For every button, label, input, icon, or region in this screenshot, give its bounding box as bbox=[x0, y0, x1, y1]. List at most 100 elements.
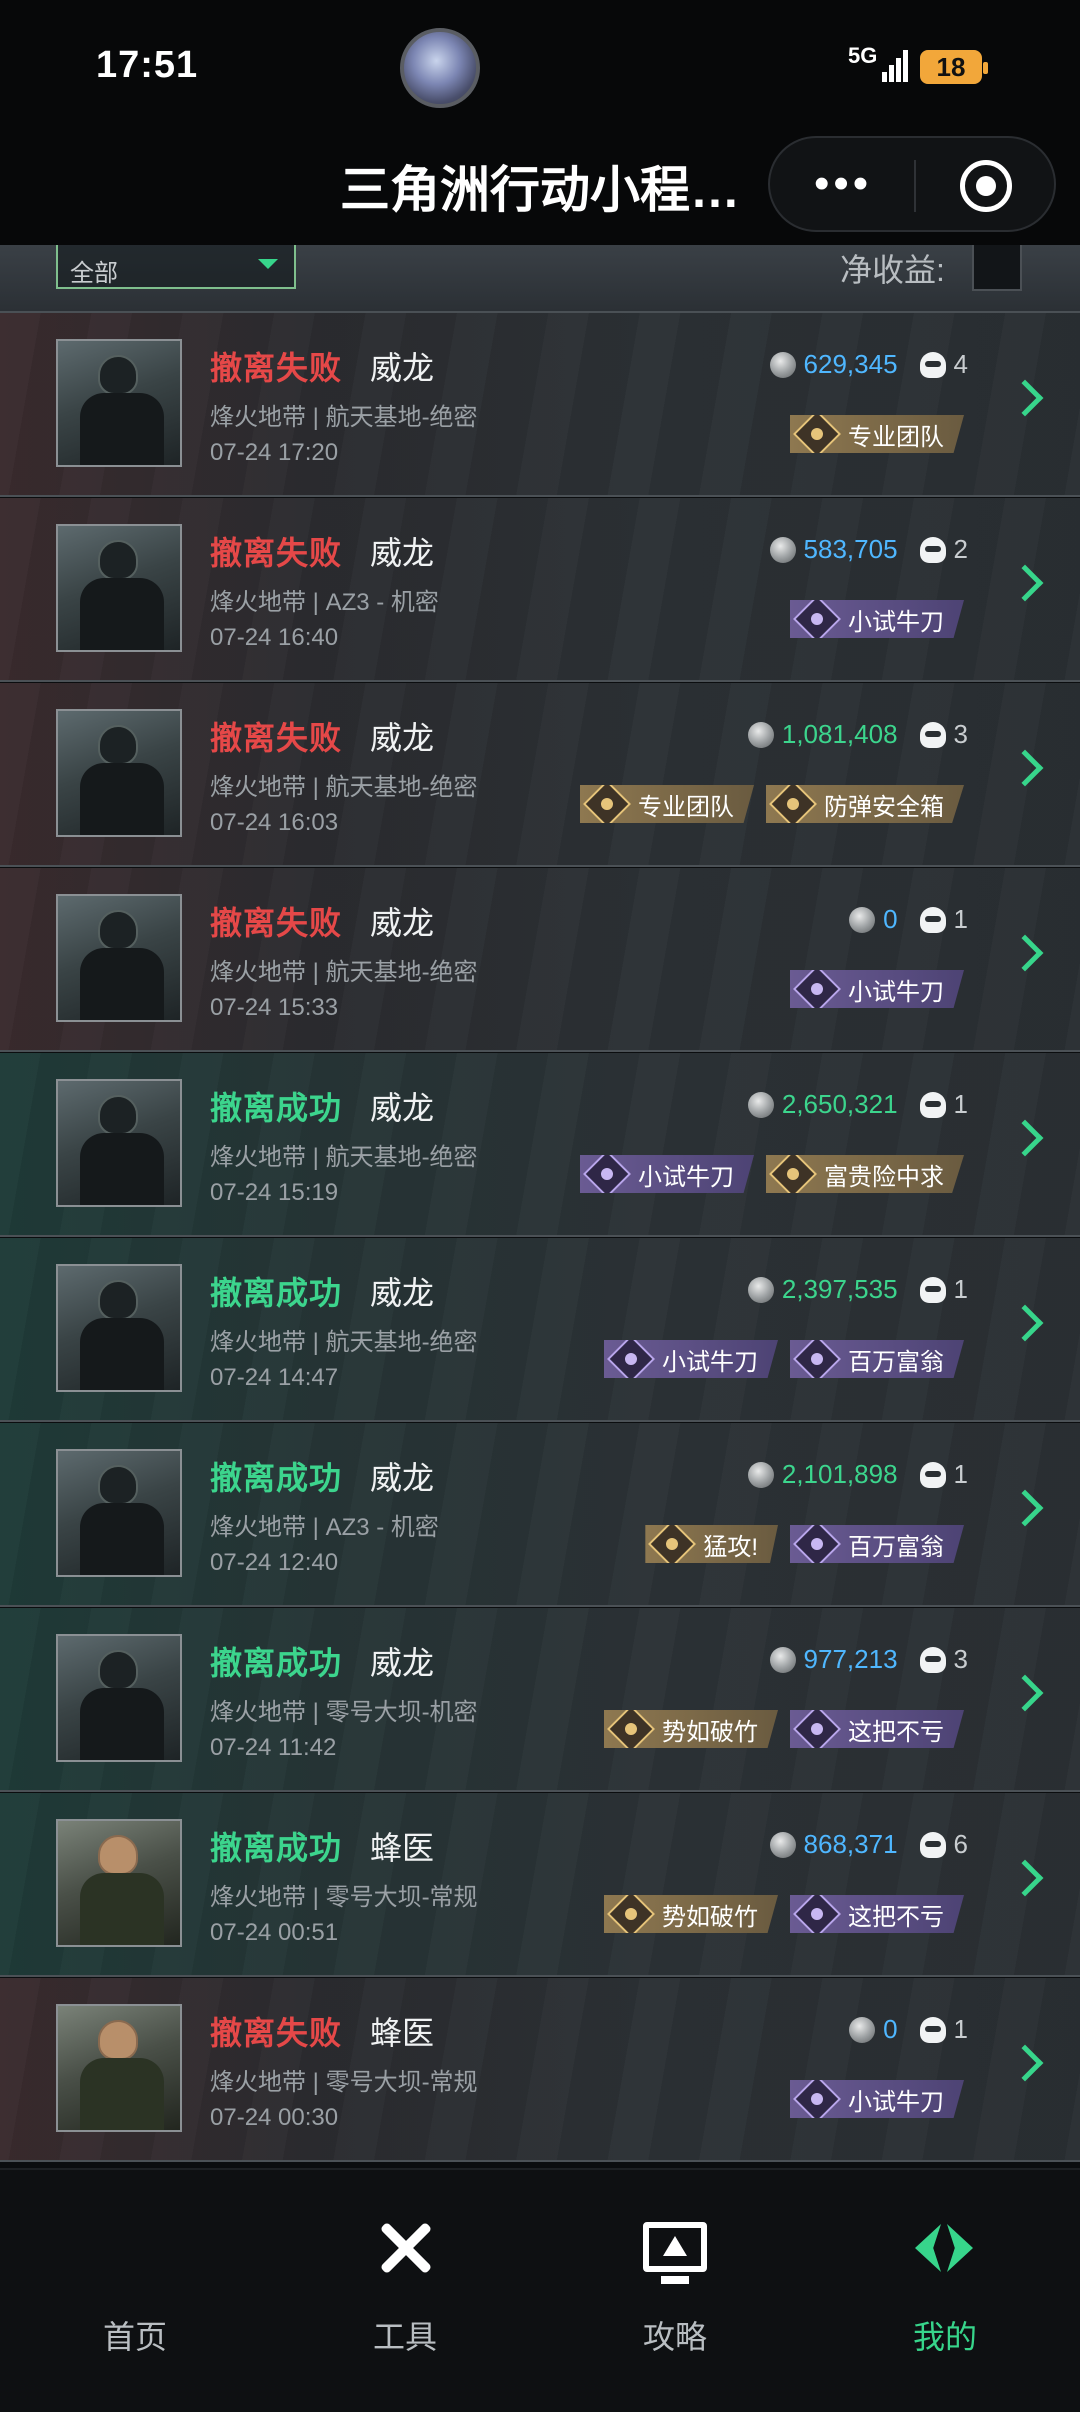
skull-icon bbox=[919, 351, 946, 378]
badge-medal-icon bbox=[582, 1155, 632, 1193]
nav-mine[interactable]: 我的 bbox=[810, 2170, 1080, 2412]
match-row[interactable]: 撤离成功 威龙 烽火地带 | 零号大坝-机密 07-24 11:42 977,213 3 势… bbox=[0, 1608, 1080, 1792]
achievement-badge: 专业团队 bbox=[580, 785, 754, 823]
match-row[interactable]: 撤离失败 威龙 烽火地带 | 航天基地-绝密 07-24 15:33 0 1 小试牛刀 bbox=[0, 868, 1080, 1052]
nav-tools[interactable]: 工具 bbox=[270, 2170, 540, 2412]
value-summary: 629,345 4 bbox=[769, 349, 968, 380]
operator-name: 威龙 bbox=[370, 905, 435, 941]
avatar-body bbox=[80, 1133, 164, 1205]
coin-icon bbox=[769, 536, 796, 563]
extraction-status: 撤离成功 bbox=[210, 1460, 343, 1496]
achievement-badge: 百万富翁 bbox=[790, 1340, 964, 1378]
avatar-head bbox=[98, 1835, 138, 1875]
avatar-body bbox=[80, 1873, 164, 1945]
value-amount: 2,650,321 bbox=[781, 1089, 898, 1119]
operator-name: 蜂医 bbox=[370, 2015, 435, 2051]
nav-home[interactable]: 首页 bbox=[0, 2170, 270, 2412]
map-info: 烽火地带 | 航天基地-绝密 bbox=[210, 959, 478, 986]
badge-medal-icon bbox=[792, 970, 842, 1008]
kill-count: 6 bbox=[953, 1829, 968, 1859]
extraction-status: 撤离成功 bbox=[210, 1645, 343, 1681]
badge-medal-icon bbox=[792, 2080, 842, 2118]
badge-label: 势如破竹 bbox=[662, 1718, 758, 1746]
match-datetime: 07-24 00:30 bbox=[210, 2104, 339, 2131]
extraction-status: 撤离成功 bbox=[210, 1275, 343, 1311]
kill-count: 3 bbox=[953, 719, 968, 749]
chevron-right-icon[interactable] bbox=[1006, 2044, 1044, 2082]
more-icon[interactable]: ••• bbox=[814, 162, 872, 206]
achievement-badge: 势如破竹 bbox=[604, 1895, 778, 1933]
avatar-head bbox=[98, 355, 138, 395]
skull-icon bbox=[919, 1831, 946, 1858]
mode-filter-dropdown[interactable]: 全部 bbox=[56, 245, 296, 289]
operator-avatar bbox=[56, 2004, 182, 2132]
badge-medal-icon bbox=[768, 1155, 818, 1193]
map-info: 烽火地带 | 航天基地-绝密 bbox=[210, 774, 478, 801]
match-row[interactable]: 撤离失败 威龙 烽火地带 | 航天基地-绝密 07-24 17:20 629,345 4 专… bbox=[0, 313, 1080, 497]
achievement-badge: 这把不亏 bbox=[790, 1895, 964, 1933]
coin-icon bbox=[849, 906, 876, 933]
nav-label: 我的 bbox=[912, 2319, 977, 2355]
extraction-status: 撤离失败 bbox=[210, 2015, 343, 2051]
operator-avatar bbox=[56, 1264, 182, 1392]
clock: 17:51 bbox=[96, 44, 199, 86]
page-title: 三角洲行动小程… bbox=[340, 162, 740, 218]
match-row[interactable]: 撤离失败 蜂医 烽火地带 | 零号大坝-常规 07-24 00:30 0 1 小试牛刀 bbox=[0, 1978, 1080, 2162]
achievement-badge: 小试牛刀 bbox=[790, 2080, 964, 2118]
chevron-right-icon[interactable] bbox=[1006, 1119, 1044, 1157]
avatar-head bbox=[98, 1095, 138, 1135]
match-datetime: 07-24 14:47 bbox=[210, 1364, 339, 1391]
achievement-badge: 小试牛刀 bbox=[790, 600, 964, 638]
match-row[interactable]: 撤离成功 威龙 烽火地带 | 航天基地-绝密 07-24 15:19 2,650,321… bbox=[0, 1053, 1080, 1237]
capsule-divider bbox=[914, 160, 916, 212]
extraction-status: 撤离失败 bbox=[210, 535, 343, 571]
operator-name: 威龙 bbox=[370, 1090, 435, 1126]
coin-icon bbox=[747, 721, 774, 748]
close-target-icon[interactable] bbox=[960, 160, 1012, 212]
badge-medal-icon bbox=[792, 1710, 842, 1748]
match-row[interactable]: 撤离成功 威龙 烽火地带 | AZ3 - 机密 07-24 12:40 2,101,89… bbox=[0, 1423, 1080, 1607]
chevron-right-icon[interactable] bbox=[1006, 1489, 1044, 1527]
nav-guide[interactable]: 攻略 bbox=[540, 2170, 810, 2412]
net-income-checkbox[interactable] bbox=[972, 245, 1022, 291]
operator-avatar bbox=[56, 709, 182, 837]
match-datetime: 07-24 11:42 bbox=[210, 1734, 337, 1761]
badge-medal-icon bbox=[606, 1895, 656, 1933]
avatar-body bbox=[80, 2058, 164, 2130]
chevron-right-icon[interactable] bbox=[1006, 934, 1044, 972]
avatar-head bbox=[98, 1650, 138, 1690]
chevron-right-icon[interactable] bbox=[1006, 1304, 1044, 1342]
kill-count: 1 bbox=[953, 1274, 968, 1304]
value-summary: 868,371 6 bbox=[769, 1829, 968, 1860]
badge-label: 百万富翁 bbox=[848, 1348, 944, 1376]
skull-icon bbox=[919, 536, 946, 563]
chevron-right-icon[interactable] bbox=[1006, 1859, 1044, 1897]
skull-icon bbox=[919, 721, 946, 748]
map-info: 烽火地带 | 零号大坝-常规 bbox=[210, 1884, 478, 1911]
badge-medal-icon bbox=[648, 1525, 697, 1563]
map-info: 烽火地带 | AZ3 - 机密 bbox=[210, 1514, 439, 1541]
badge-group: 猛攻! 百万富翁 bbox=[645, 1525, 964, 1563]
map-info: 烽火地带 | 零号大坝-常规 bbox=[210, 2069, 478, 2096]
title-bar: 三角洲行动小程… ••• bbox=[0, 130, 1080, 245]
value-summary: 2,101,898 1 bbox=[747, 1459, 968, 1490]
achievement-badge: 百万富翁 bbox=[790, 1525, 964, 1563]
coin-icon bbox=[747, 1276, 774, 1303]
skull-icon bbox=[919, 1461, 946, 1488]
match-row[interactable]: 撤离失败 威龙 烽火地带 | AZ3 - 机密 07-24 16:40 583,705 2… bbox=[0, 498, 1080, 682]
chevron-right-icon[interactable] bbox=[1006, 749, 1044, 787]
match-datetime: 07-24 00:51 bbox=[210, 1919, 339, 1946]
match-row[interactable]: 撤离失败 威龙 烽火地带 | 航天基地-绝密 07-24 16:03 1,081,408… bbox=[0, 683, 1080, 867]
badge-medal-icon bbox=[792, 1340, 842, 1378]
match-row[interactable]: 撤离成功 蜂医 烽火地带 | 零号大坝-常规 07-24 00:51 868,371 6 势… bbox=[0, 1793, 1080, 1977]
chevron-right-icon[interactable] bbox=[1006, 564, 1044, 602]
extraction-status: 撤离失败 bbox=[210, 720, 343, 756]
avatar-head bbox=[98, 2020, 138, 2060]
chevron-right-icon[interactable] bbox=[1006, 379, 1044, 417]
kill-count: 1 bbox=[953, 1459, 968, 1489]
badge-label: 富贵险中求 bbox=[824, 1163, 944, 1191]
chevron-right-icon[interactable] bbox=[1006, 1674, 1044, 1712]
value-amount: 0 bbox=[883, 2014, 898, 2044]
avatar-body bbox=[80, 1688, 164, 1760]
match-row[interactable]: 撤离成功 威龙 烽火地带 | 航天基地-绝密 07-24 14:47 2,397,535… bbox=[0, 1238, 1080, 1422]
